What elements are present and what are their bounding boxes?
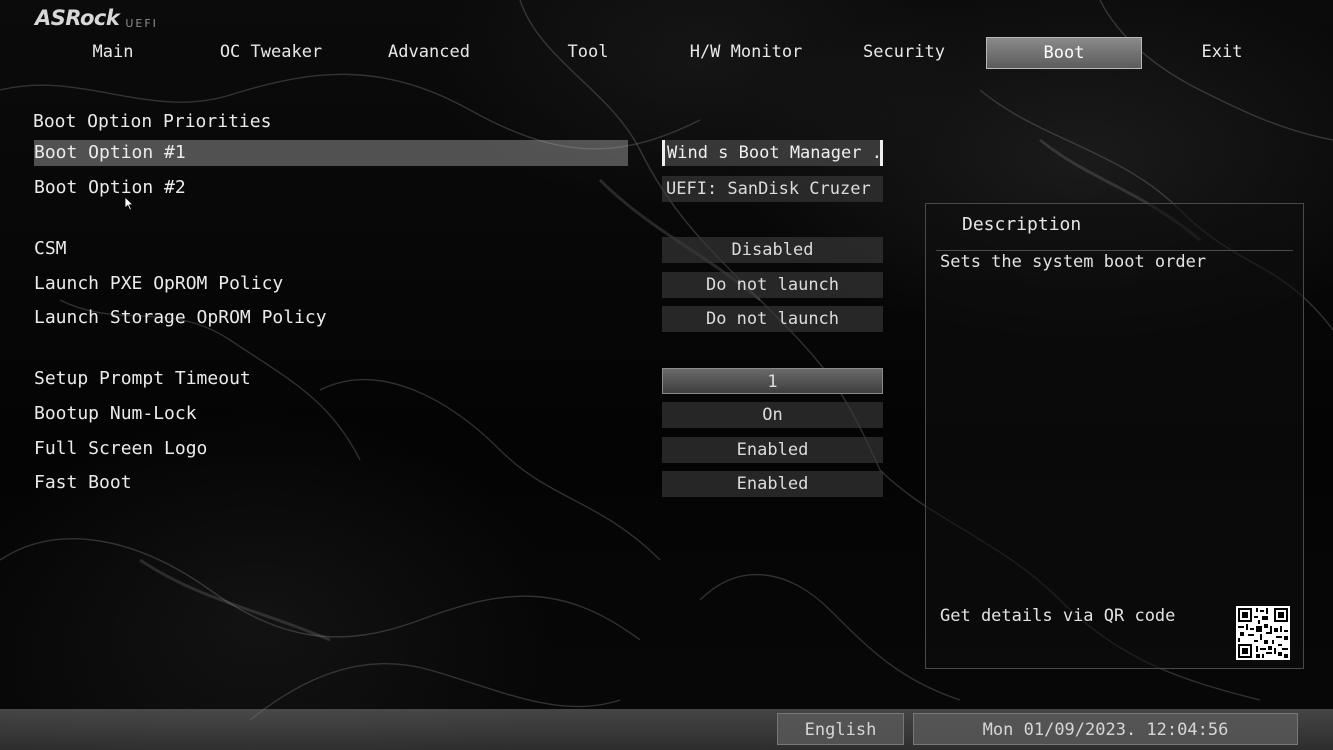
fast-boot-row[interactable]: Fast Boot	[34, 470, 628, 496]
full-screen-logo-value[interactable]: Enabled	[662, 437, 883, 463]
description-panel: Description Sets the system boot order G…	[925, 203, 1304, 669]
uefi-screen: ASRock UEFI Main OC Tweaker Advanced Too…	[0, 0, 1333, 750]
status-bar: English Mon 01/09/2023. 12:04:56	[0, 709, 1333, 750]
description-title: Description	[962, 214, 1082, 235]
boot-option-2-value[interactable]: UEFI: SanDisk Cruzer ...	[662, 176, 883, 202]
logo-wordmark: ASRock	[35, 6, 120, 30]
full-screen-logo-row[interactable]: Full Screen Logo	[34, 436, 628, 462]
boot-priorities-heading: Boot Option Priorities	[33, 111, 272, 132]
launch-pxe-oprom-value[interactable]: Do not launch	[662, 272, 883, 298]
system-clock: Mon 01/09/2023. 12:04:56	[913, 713, 1298, 745]
setup-prompt-timeout-row[interactable]: Setup Prompt Timeout	[34, 366, 628, 392]
language-selector[interactable]: English	[777, 713, 904, 745]
mouse-pointer-icon	[124, 196, 134, 211]
fast-boot-value[interactable]: Enabled	[662, 471, 883, 497]
tab-advanced[interactable]: Advanced	[351, 37, 507, 69]
main-tab-bar: Main OC Tweaker Advanced Tool H/W Monito…	[35, 37, 1300, 71]
logo-subtitle: UEFI	[125, 17, 158, 30]
bootup-numlock-value[interactable]: On	[662, 402, 883, 428]
csm-row[interactable]: CSM	[34, 236, 628, 262]
boot-option-1-value[interactable]: Wind s Boot Manager ...	[662, 140, 883, 166]
tab-security[interactable]: Security	[826, 37, 982, 69]
tab-hw-monitor[interactable]: H/W Monitor	[668, 37, 824, 69]
description-divider	[936, 250, 1293, 251]
bootup-numlock-row[interactable]: Bootup Num-Lock	[34, 401, 628, 427]
setup-prompt-timeout-input[interactable]: 1	[662, 368, 883, 394]
tab-tool[interactable]: Tool	[510, 37, 666, 69]
launch-storage-oprom-value[interactable]: Do not launch	[662, 306, 883, 332]
description-text: Sets the system boot order	[940, 252, 1207, 272]
tab-main[interactable]: Main	[35, 37, 191, 69]
launch-pxe-oprom-row[interactable]: Launch PXE OpROM Policy	[34, 271, 628, 297]
tab-oc-tweaker[interactable]: OC Tweaker	[193, 37, 349, 69]
csm-value[interactable]: Disabled	[662, 237, 883, 263]
asrock-logo: ASRock UEFI	[35, 6, 158, 30]
boot-option-1-row[interactable]: Boot Option #1	[34, 140, 628, 166]
tab-boot[interactable]: Boot	[986, 37, 1142, 69]
launch-storage-oprom-row[interactable]: Launch Storage OpROM Policy	[34, 305, 628, 331]
tab-exit[interactable]: Exit	[1144, 37, 1300, 69]
qr-code-caption: Get details via QR code	[940, 606, 1176, 626]
qr-code-icon[interactable]	[1236, 606, 1290, 660]
